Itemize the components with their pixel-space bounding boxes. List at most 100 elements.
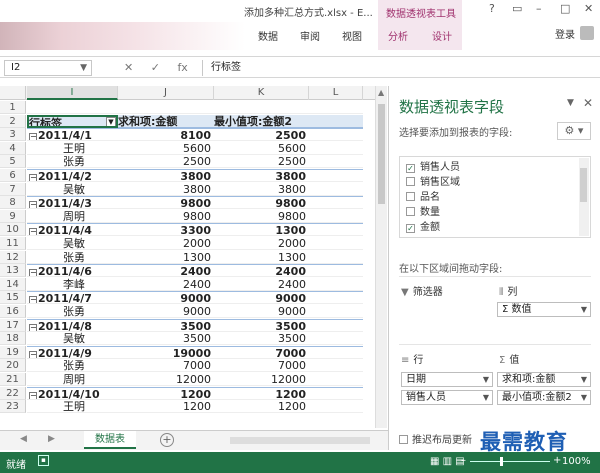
- row-label-cell[interactable]: −2011/4/6: [27, 264, 118, 278]
- row-label-cell[interactable]: 王明: [27, 142, 118, 155]
- min-amount-cell[interactable]: 1300: [214, 223, 309, 237]
- empty-cell[interactable]: [309, 386, 363, 400]
- chevron-down-icon[interactable]: ▼: [581, 303, 587, 316]
- empty-cell[interactable]: [309, 278, 363, 291]
- empty-cell[interactable]: [309, 223, 363, 237]
- scroll-thumb[interactable]: [378, 104, 385, 204]
- row-labels-header-cell[interactable]: 行标签 ▼: [27, 114, 118, 128]
- row-header[interactable]: 3: [0, 128, 26, 142]
- defer-layout-update[interactable]: 推迟布局更新: [399, 431, 472, 446]
- min-amount-cell[interactable]: 9000: [214, 291, 309, 305]
- row-label-cell[interactable]: 吴敏: [27, 237, 118, 250]
- filter-dropdown-icon[interactable]: ▼: [106, 116, 116, 126]
- min-amount-cell[interactable]: 3500: [214, 332, 309, 346]
- sum-amount-cell[interactable]: 19000: [118, 345, 214, 359]
- sum-amount-cell[interactable]: 1300: [118, 251, 214, 264]
- sum-amount-cell[interactable]: 3500: [118, 318, 214, 332]
- row-header[interactable]: 6: [0, 169, 26, 182]
- min-amount-cell[interactable]: [214, 101, 309, 114]
- sum-amount-cell[interactable]: 3300: [118, 223, 214, 237]
- field-checkbox[interactable]: [406, 207, 415, 216]
- row-label-cell[interactable]: −2011/4/7: [27, 291, 118, 305]
- collapse-icon[interactable]: −: [29, 201, 37, 209]
- min-amount-cell[interactable]: 7000: [214, 345, 309, 359]
- row-header[interactable]: 21: [0, 373, 26, 386]
- login-link[interactable]: 登录: [555, 26, 575, 41]
- zoom-level[interactable]: 100%: [562, 456, 591, 467]
- sum-amount-cell[interactable]: 9800: [118, 196, 214, 210]
- prev-sheet-icon[interactable]: ◀: [20, 434, 27, 444]
- vertical-scrollbar[interactable]: ▲: [375, 86, 387, 428]
- row-label-cell[interactable]: [27, 101, 118, 114]
- row-label-cell[interactable]: 周明: [27, 210, 118, 223]
- empty-cell[interactable]: [309, 251, 363, 264]
- formula-input[interactable]: 行标签: [202, 60, 594, 76]
- min-amount-cell[interactable]: 3500: [214, 318, 309, 332]
- zoom-slider[interactable]: [470, 457, 550, 466]
- column-header-l[interactable]: L: [309, 86, 363, 100]
- zoom-slider-knob[interactable]: [500, 457, 503, 466]
- tab-review[interactable]: 审阅: [300, 28, 320, 43]
- maximize-icon[interactable]: □: [560, 2, 570, 15]
- row-header[interactable]: 1: [0, 101, 26, 114]
- collapse-icon[interactable]: −: [29, 296, 37, 304]
- sum-amount-cell[interactable]: 3500: [118, 332, 214, 346]
- row-label-cell[interactable]: 张勇: [27, 305, 118, 318]
- min-amount-cell[interactable]: 2500: [214, 155, 309, 169]
- row-header[interactable]: 15: [0, 291, 26, 305]
- field-checkbox[interactable]: ✓: [406, 164, 415, 173]
- empty-cell[interactable]: [309, 183, 363, 196]
- zoom-out-icon[interactable]: –: [461, 455, 466, 466]
- empty-cell[interactable]: [309, 345, 363, 359]
- row-header[interactable]: 22: [0, 386, 26, 400]
- tab-analyze[interactable]: 分析: [388, 28, 408, 43]
- min-amount-cell[interactable]: 2400: [214, 278, 309, 291]
- row-header[interactable]: 20: [0, 359, 26, 373]
- sum-amount-cell[interactable]: 2400: [118, 264, 214, 278]
- row-field-salesperson[interactable]: 销售人员 ▼: [401, 390, 493, 405]
- sum-amount-cell[interactable]: 7000: [118, 359, 214, 373]
- enter-icon[interactable]: ✓: [151, 61, 160, 74]
- sheet-tab-data[interactable]: 数据表: [84, 431, 136, 449]
- row-label-cell[interactable]: 张勇: [27, 359, 118, 373]
- view-buttons[interactable]: ▦ ▥ ▤: [430, 456, 465, 467]
- min-amount-cell[interactable]: 最小值项:金额2: [214, 114, 309, 128]
- chevron-down-icon[interactable]: ▼: [80, 61, 87, 75]
- select-all-corner[interactable]: [0, 86, 26, 100]
- sum-amount-cell[interactable]: 1200: [118, 386, 214, 400]
- row-label-cell[interactable]: 周明: [27, 373, 118, 386]
- empty-cell[interactable]: [309, 196, 363, 210]
- collapse-icon[interactable]: −: [29, 391, 37, 399]
- close-icon[interactable]: ✕: [584, 2, 593, 15]
- sum-amount-cell[interactable]: 求和项:金额: [118, 114, 214, 128]
- row-field-date[interactable]: 日期 ▼: [401, 372, 493, 387]
- row-header[interactable]: 9: [0, 209, 26, 223]
- empty-cell[interactable]: [309, 128, 363, 142]
- sum-amount-cell[interactable]: 9800: [118, 210, 214, 223]
- row-label-cell[interactable]: −2011/4/1: [27, 128, 118, 142]
- min-amount-cell[interactable]: 9800: [214, 210, 309, 223]
- row-header[interactable]: 19: [0, 345, 26, 359]
- zoom-in-icon[interactable]: +: [553, 455, 561, 466]
- sum-amount-cell[interactable]: 2400: [118, 278, 214, 291]
- min-amount-cell[interactable]: 9000: [214, 305, 309, 318]
- empty-cell[interactable]: [309, 359, 363, 373]
- column-header-i[interactable]: I: [27, 86, 118, 100]
- chevron-down-icon[interactable]: ▼: [581, 373, 587, 386]
- collapse-icon[interactable]: −: [29, 174, 37, 181]
- row-label-cell[interactable]: −2011/4/10: [27, 386, 118, 400]
- min-amount-cell[interactable]: 7000: [214, 359, 309, 373]
- worksheet-grid[interactable]: I J K L 1 2 行标签 ▼ 求和项:金额 最小值项:金额2 3 −2011/4/1 81…: [0, 86, 375, 428]
- empty-cell[interactable]: [309, 142, 363, 155]
- empty-cell[interactable]: [309, 114, 363, 128]
- min-amount-cell[interactable]: 3800: [214, 183, 309, 196]
- tab-view[interactable]: 视图: [342, 28, 362, 43]
- sum-amount-cell[interactable]: 5600: [118, 142, 214, 155]
- field-item[interactable]: 销售区域: [406, 176, 460, 189]
- scroll-up-icon[interactable]: ▲: [378, 88, 384, 97]
- min-amount-cell[interactable]: 2000: [214, 237, 309, 250]
- min-amount-cell[interactable]: 9800: [214, 196, 309, 210]
- insert-function-icon[interactable]: fx: [177, 61, 187, 74]
- row-label-cell[interactable]: −2011/4/9: [27, 345, 118, 359]
- row-label-cell[interactable]: −2011/4/8: [27, 318, 118, 332]
